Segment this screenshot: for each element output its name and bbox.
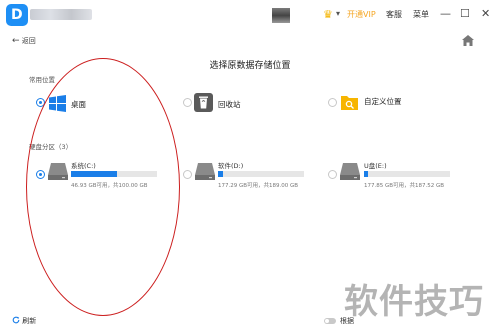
drive-d-usage-fill xyxy=(218,171,224,177)
back-label: 返回 xyxy=(21,37,36,45)
recycle-bin-label: 回收站 xyxy=(218,100,241,109)
watermark-text: 软件技巧 xyxy=(344,282,484,322)
back-button[interactable]: ← 返回 xyxy=(12,36,36,46)
refresh-label: 刷新 xyxy=(22,317,37,325)
red-annotation-circle xyxy=(26,58,180,316)
custom-location-label: 自定义位置 xyxy=(364,97,402,106)
chevron-down-icon[interactable]: ▾ xyxy=(336,9,340,18)
crown-icon: ♛ xyxy=(323,8,333,21)
drive-e-usage-bar xyxy=(364,171,450,177)
menu-button[interactable]: 菜单 xyxy=(413,9,429,20)
drive-d-info: 177.29 GB可用，共189.00 GB xyxy=(218,183,299,189)
minimize-button[interactable]: — xyxy=(440,7,451,21)
refresh-button[interactable]: 刷新 xyxy=(12,316,36,326)
hard-drive-icon xyxy=(195,163,215,180)
custom-location-radio[interactable] xyxy=(328,98,337,107)
folder-search-icon xyxy=(341,96,358,110)
maximize-button[interactable]: ☐ xyxy=(460,7,470,21)
arrow-left-icon: ← xyxy=(12,36,20,46)
hard-drive-icon xyxy=(340,163,360,180)
drive-e-info: 177.85 GB可用，共187.52 GB xyxy=(364,183,445,189)
title-bar: D ♛ ▾ 开通VIP 客服 菜单 — ☐ ✕ xyxy=(0,0,500,30)
drive-d-name: 软件(D:) xyxy=(218,162,244,170)
drive-d-usage-bar xyxy=(218,171,304,177)
home-icon[interactable] xyxy=(462,35,474,46)
footer-partial-text: 根据 xyxy=(340,317,354,325)
user-avatar[interactable] xyxy=(272,8,290,23)
service-button[interactable]: 客服 xyxy=(386,9,402,20)
drive-d-radio[interactable] xyxy=(183,170,192,179)
drive-e-radio[interactable] xyxy=(328,170,337,179)
common-locations-label: 常用位置 xyxy=(29,76,55,84)
drive-e-usage-fill xyxy=(364,171,369,177)
blurred-app-title xyxy=(30,9,92,20)
recycle-bin-icon xyxy=(194,93,213,112)
app-logo-icon: D xyxy=(6,4,28,26)
drive-e-name: U盘(E:) xyxy=(364,162,387,170)
vip-button[interactable]: 开通VIP xyxy=(347,9,376,20)
close-button[interactable]: ✕ xyxy=(481,7,490,21)
refresh-icon xyxy=(12,316,20,324)
recycle-bin-radio[interactable] xyxy=(183,98,192,107)
option-toggle[interactable] xyxy=(324,318,336,324)
